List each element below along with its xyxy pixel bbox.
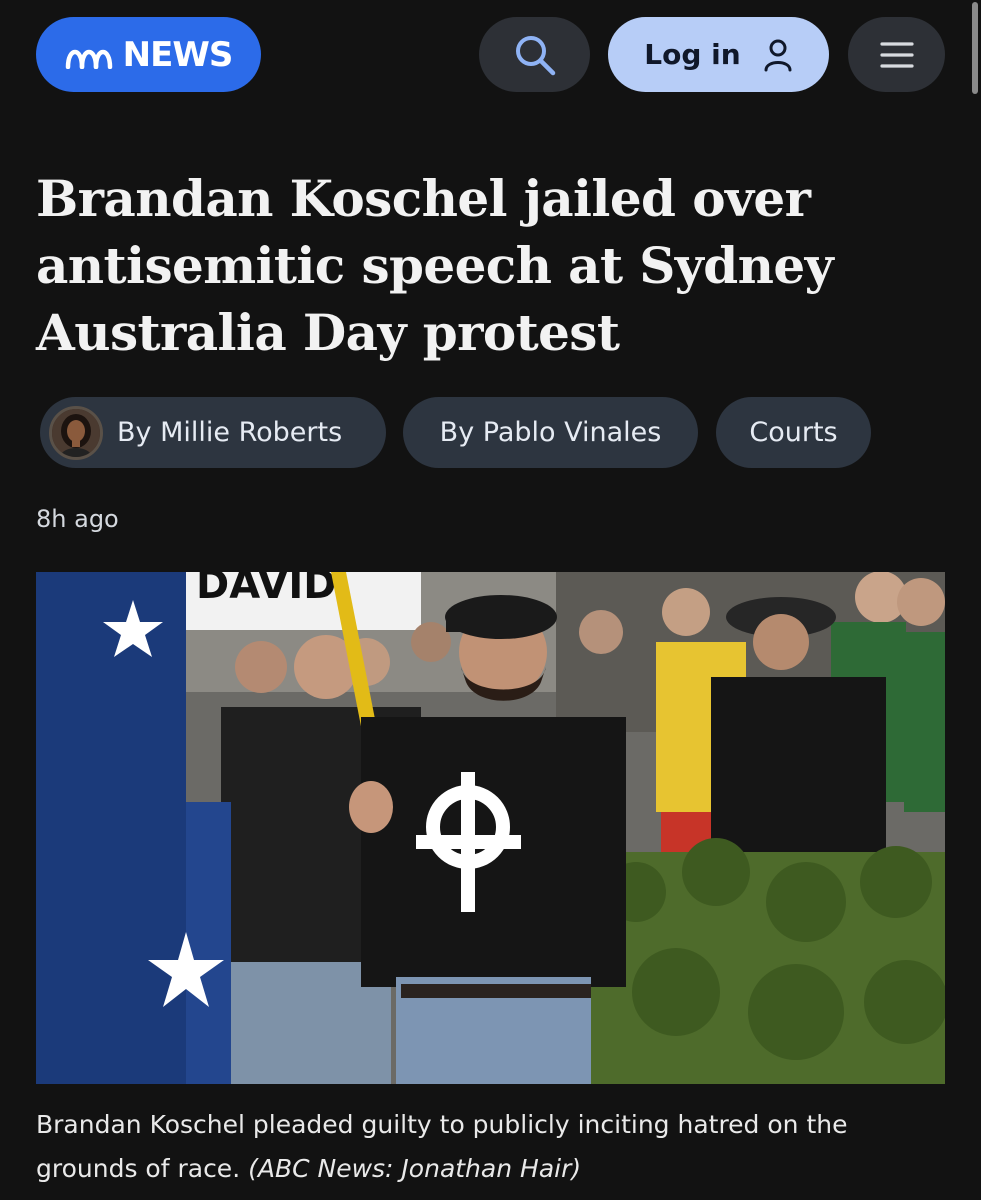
author-pill-pablo-vinales[interactable]: By Pablo Vinales [403,397,698,468]
search-button[interactable] [479,17,590,92]
search-icon [515,35,555,75]
author-name: By Millie Roberts [117,417,343,448]
logo-text: NEWS [122,34,234,75]
hamburger-menu-icon [879,41,914,68]
author-name: By Pablo Vinales [439,417,662,448]
placard-text: DAVID [196,572,337,608]
login-button[interactable]: Log in [608,17,829,92]
hero-photo: DAVID [36,572,945,1084]
topic-pill-courts[interactable]: Courts [716,397,871,468]
publish-timestamp: 8h ago [36,505,119,533]
topic-label: Courts [749,417,838,448]
article-page: NEWS Log in Brandan Koschel jailed over … [0,0,981,1200]
menu-button[interactable] [848,17,945,92]
photo-caption: Brandan Koschel pleaded guilty to public… [36,1103,936,1191]
photo-credit: (ABC News: Jonathan Hair) [248,1154,582,1183]
author-avatar [49,405,103,460]
author-pill-millie-roberts[interactable]: By Millie Roberts [40,397,386,468]
article-headline: Brandan Koschel jailed over antisemitic … [36,169,834,362]
abc-logo-icon [65,49,112,69]
login-label: Log in [644,38,741,71]
site-header: NEWS Log in [0,0,981,110]
abc-news-logo[interactable]: NEWS [36,17,261,92]
user-icon [764,39,792,71]
